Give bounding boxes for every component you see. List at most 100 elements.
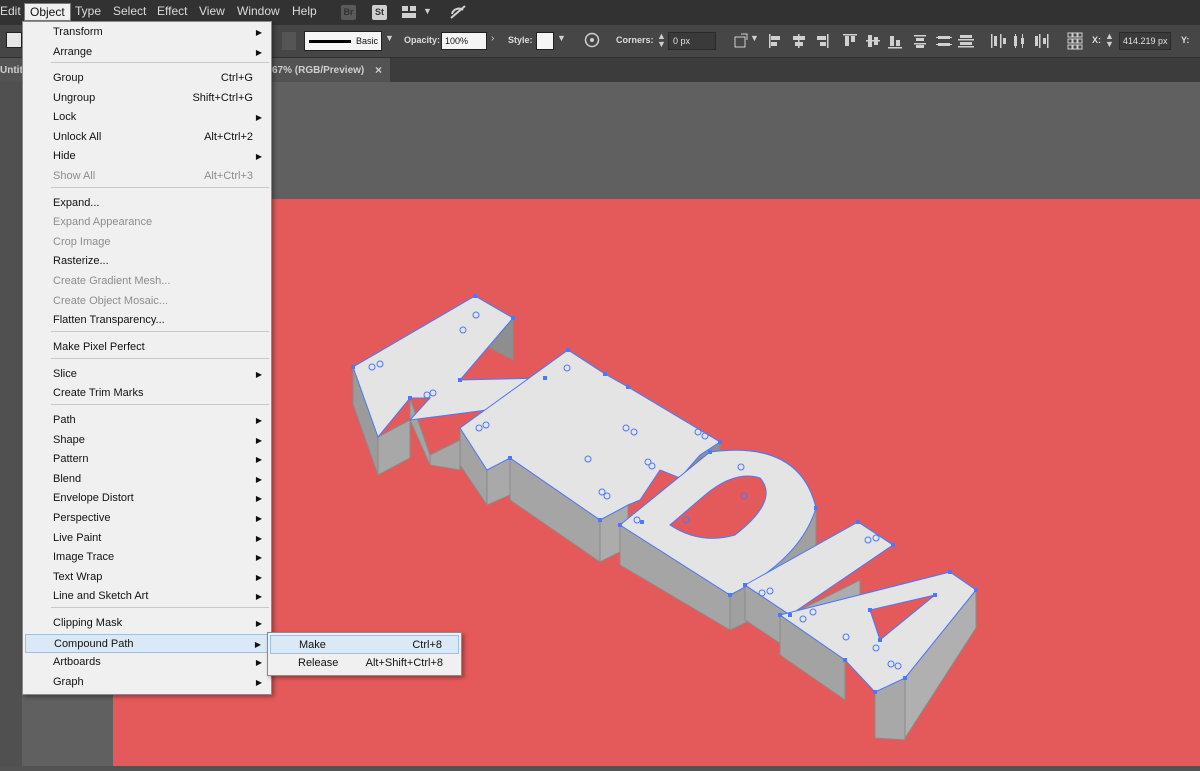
menu-item-release[interactable]: Release Alt+Shift+Ctrl+8 (270, 654, 459, 673)
menu-item-envelope-distort[interactable]: Envelope Distort ▶ (25, 489, 269, 508)
menu-item-label: Rasterize... (53, 255, 109, 267)
submenu-arrow-icon: ▶ (255, 619, 262, 628)
menu-item-clipping-mask[interactable]: Clipping Mask ▶ (25, 614, 269, 633)
menu-item-line-and-sketch-art[interactable]: Line and Sketch Art ▶ (25, 587, 269, 606)
recolor-artwork-icon[interactable] (584, 32, 600, 48)
transform-reference-icon[interactable] (733, 33, 749, 49)
make-label: Make (299, 639, 326, 651)
align-bottom-icon[interactable] (888, 36, 902, 49)
menu-item-compound-path[interactable]: Compound Path ▶ (25, 634, 269, 653)
fill-swatch[interactable] (6, 32, 22, 48)
align-left-icon[interactable] (769, 34, 780, 48)
stepper-icon[interactable]: ▲ ▼ (1105, 32, 1114, 49)
menu-item-flatten-transparency[interactable]: Flatten Transparency... (25, 311, 269, 330)
menu-item-shortcut: Alt+Ctrl+2 (204, 131, 253, 143)
menu-effect[interactable]: Effect (157, 4, 187, 18)
submenu-arrow-icon: ▶ (255, 416, 262, 425)
menu-item-live-paint[interactable]: Live Paint ▶ (25, 529, 269, 548)
menu-item-create-trim-marks[interactable]: Create Trim Marks (25, 384, 269, 403)
menu-item-label: Lock (53, 111, 77, 123)
submenu-arrow-icon: ▶ (255, 48, 262, 57)
submenu-arrow-icon: ▶ (255, 28, 262, 37)
chevron-down-icon[interactable]: ▼ (750, 33, 759, 43)
menu-item-crop-image[interactable]: Crop Image (25, 233, 269, 252)
compound-path-submenu: Make Ctrl+8 Release Alt+Shift+Ctrl+8 (267, 632, 462, 676)
menu-item-show-all[interactable]: Show All Alt+Ctrl+3 (25, 167, 269, 186)
opacity-label: Opacity: (404, 35, 441, 45)
menu-item-group[interactable]: Group Ctrl+G (25, 69, 269, 88)
menu-separator (51, 607, 269, 608)
menu-edit[interactable]: Edit (0, 4, 21, 18)
distribute-right-icon[interactable] (1035, 34, 1049, 48)
align-vertical-center-icon[interactable] (866, 35, 880, 47)
menu-item-make-pixel-perfect[interactable]: Make Pixel Perfect (25, 338, 269, 357)
menu-item-perspective[interactable]: Perspective ▶ (25, 509, 269, 528)
distribute-center-icon[interactable] (936, 36, 952, 46)
chevron-down-icon[interactable]: ▼ (385, 33, 394, 43)
menu-item-image-trace[interactable]: Image Trace ▶ (25, 548, 269, 567)
stroke-profile-dropdown[interactable]: Basic (304, 31, 382, 51)
distribute-bottom-icon[interactable] (958, 35, 974, 48)
chevron-right-icon[interactable]: › (491, 33, 494, 44)
menu-item-label: Transform (53, 26, 103, 38)
stroke-weight-dropdown[interactable] (282, 32, 296, 50)
menu-item-label: Ungroup (53, 92, 96, 104)
chevron-down-icon[interactable]: ▼ (423, 6, 432, 16)
menu-item-create-gradient-mesh[interactable]: Create Gradient Mesh... (25, 272, 269, 291)
bridge-icon[interactable]: Br (341, 5, 356, 20)
menu-item-pattern[interactable]: Pattern ▶ (25, 450, 269, 469)
menu-item-label: Artboards (53, 656, 101, 668)
menu-help[interactable]: Help (292, 4, 317, 18)
menu-item-hide[interactable]: Hide ▶ (25, 147, 269, 166)
menu-item-rasterize[interactable]: Rasterize... (25, 252, 269, 271)
artboard[interactable] (113, 199, 1200, 766)
menu-item-ungroup[interactable]: Ungroup Shift+Ctrl+G (25, 89, 269, 108)
menu-item-text-wrap[interactable]: Text Wrap ▶ (25, 568, 269, 587)
release-shortcut: Alt+Shift+Ctrl+8 (365, 657, 443, 669)
align-top-icon[interactable] (843, 34, 857, 46)
media-3d-text-artwork[interactable] (113, 199, 1200, 766)
menu-item-path[interactable]: Path ▶ (25, 411, 269, 430)
menu-item-label: Arrange (53, 46, 93, 58)
menu-view[interactable]: View (199, 4, 225, 18)
menu-select[interactable]: Select (113, 4, 146, 18)
menu-item-unlock-all[interactable]: Unlock All Alt+Ctrl+2 (25, 128, 269, 147)
menu-item-graph[interactable]: Graph ▶ (25, 673, 269, 692)
opacity-input[interactable]: 100% (441, 32, 487, 50)
menu-item-make[interactable]: Make Ctrl+8 (270, 635, 459, 654)
style-swatch[interactable] (536, 32, 554, 50)
menu-item-expand-appearance[interactable]: Expand Appearance (25, 213, 269, 232)
align-right-icon[interactable] (817, 34, 829, 48)
menu-window[interactable]: Window (237, 4, 280, 18)
submenu-arrow-icon: ▶ (255, 514, 262, 523)
distribute-top-icon[interactable] (914, 35, 926, 48)
x-position-input[interactable]: 414.219 px (1119, 32, 1171, 50)
menu-item-transform[interactable]: Transform ▶ (25, 23, 269, 42)
menu-item-slice[interactable]: Slice ▶ (25, 365, 269, 384)
stock-icon[interactable]: St (372, 5, 387, 20)
close-tab-button[interactable]: × (375, 63, 382, 77)
menu-item-artboards[interactable]: Artboards ▶ (25, 653, 269, 672)
menu-type[interactable]: Type (75, 4, 101, 18)
stepper-icon[interactable]: ▲ ▼ (657, 32, 666, 49)
menu-item-arrange[interactable]: Arrange ▶ (25, 43, 269, 62)
chevron-down-icon[interactable]: ▼ (557, 33, 566, 43)
menu-item-expand[interactable]: Expand... (25, 194, 269, 213)
reference-point-icon[interactable] (1067, 32, 1083, 50)
submenu-arrow-icon: ▶ (255, 553, 262, 562)
align-horizontal-center-icon[interactable] (793, 34, 805, 48)
menu-item-shape[interactable]: Shape ▶ (25, 431, 269, 450)
menu-item-label: Envelope Distort (53, 492, 134, 504)
menu-item-label: Graph (53, 676, 84, 688)
menu-item-lock[interactable]: Lock ▶ (25, 108, 269, 127)
distribute-horizontal-center-icon[interactable] (1014, 34, 1024, 48)
menu-object[interactable]: Object (24, 3, 71, 21)
arrange-documents-icon[interactable] (401, 5, 417, 19)
gpu-performance-icon[interactable] (449, 4, 467, 20)
corners-input[interactable]: 0 px (668, 32, 716, 50)
menu-item-create-object-mosaic[interactable]: Create Object Mosaic... (25, 292, 269, 311)
submenu-arrow-icon: ▶ (255, 370, 262, 379)
style-label: Style: (508, 35, 533, 45)
distribute-left-icon[interactable] (991, 34, 1006, 48)
menu-item-blend[interactable]: Blend ▶ (25, 470, 269, 489)
